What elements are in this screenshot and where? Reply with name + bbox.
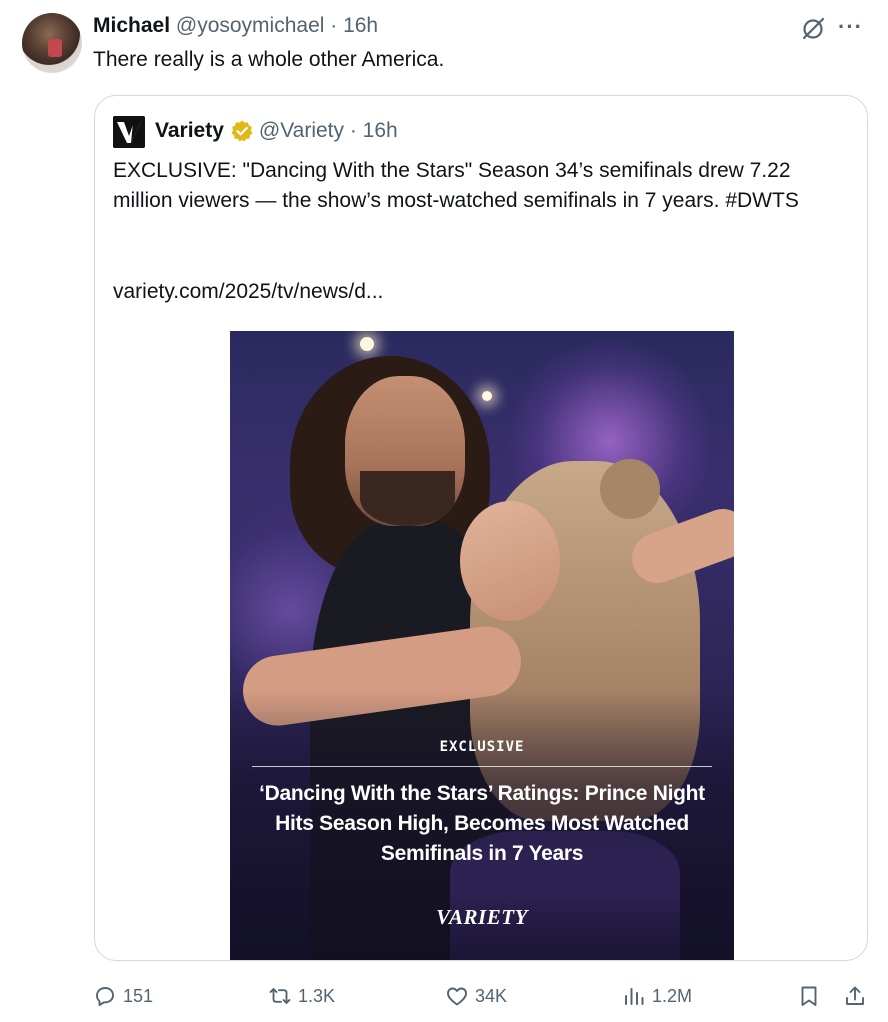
- stage-light: [482, 391, 492, 401]
- bookmark-icon: [801, 986, 817, 1006]
- media-headline: ‘Dancing With the Stars’ Ratings: Prince…: [259, 782, 705, 865]
- tweet[interactable]: Michael @yosoymichael · 16h ··· There re…: [0, 0, 888, 1022]
- share-icon: [846, 986, 864, 1005]
- author-meta[interactable]: @yosoymichael · 16h: [176, 14, 378, 37]
- bookmark-button[interactable]: [797, 978, 821, 1014]
- quote-author-name[interactable]: Variety: [155, 117, 224, 145]
- tweet-text: There really is a whole other America.: [93, 48, 445, 71]
- quote-text: EXCLUSIVE: "Dancing With the Stars" Seas…: [113, 156, 853, 216]
- like-button[interactable]: 34K: [445, 978, 507, 1014]
- views-count: 1.2M: [652, 985, 693, 1006]
- media-divider: [252, 766, 712, 767]
- reply-count: 151: [123, 985, 154, 1006]
- stage-light: [360, 337, 374, 351]
- media-brand-logo: VARIETY: [436, 905, 528, 929]
- reply-icon: [96, 987, 114, 1006]
- views-button[interactable]: 1.2M: [622, 978, 692, 1014]
- quote-text-body: EXCLUSIVE: "Dancing With the Stars" Seas…: [113, 159, 799, 212]
- analytics-icon: [625, 988, 644, 1005]
- repost-icon: [269, 988, 291, 1004]
- quote-media-image[interactable]: EXCLUSIVE ‘Dancing With the Stars’ Ratin…: [230, 331, 734, 960]
- dancer-face: [460, 501, 560, 621]
- quoted-tweet[interactable]: Variety @Variety · 16h EXCLUSIVE: "Danci…: [94, 95, 868, 961]
- grok-icon[interactable]: [800, 16, 826, 42]
- tweet-header: Michael @yosoymichael · 16h: [93, 12, 378, 40]
- heart-icon: [447, 987, 467, 1006]
- dancer-beard: [360, 471, 455, 526]
- avatar[interactable]: [22, 13, 82, 73]
- quote-author-meta[interactable]: @Variety · 16h: [259, 117, 398, 145]
- avatar-photo-detail: [48, 39, 62, 57]
- dancer-hair-bun: [600, 459, 660, 519]
- verified-badge-icon: [231, 120, 253, 142]
- like-count: 34K: [475, 985, 508, 1006]
- repost-button[interactable]: 1.3K: [268, 978, 335, 1014]
- variety-logo-icon[interactable]: [113, 116, 145, 148]
- author-name[interactable]: Michael: [93, 14, 170, 37]
- repost-count: 1.3K: [298, 985, 336, 1006]
- media-tag: EXCLUSIVE: [439, 739, 525, 755]
- quote-link[interactable]: variety.com/2025/tv/news/d...: [113, 277, 383, 307]
- more-options-icon[interactable]: ···: [838, 14, 868, 40]
- share-button[interactable]: [843, 978, 867, 1014]
- action-bar: 151 1.3K 34K 1.2M: [0, 978, 888, 1014]
- reply-button[interactable]: 151: [93, 978, 153, 1014]
- quote-header: Variety @Variety · 16h: [155, 117, 398, 145]
